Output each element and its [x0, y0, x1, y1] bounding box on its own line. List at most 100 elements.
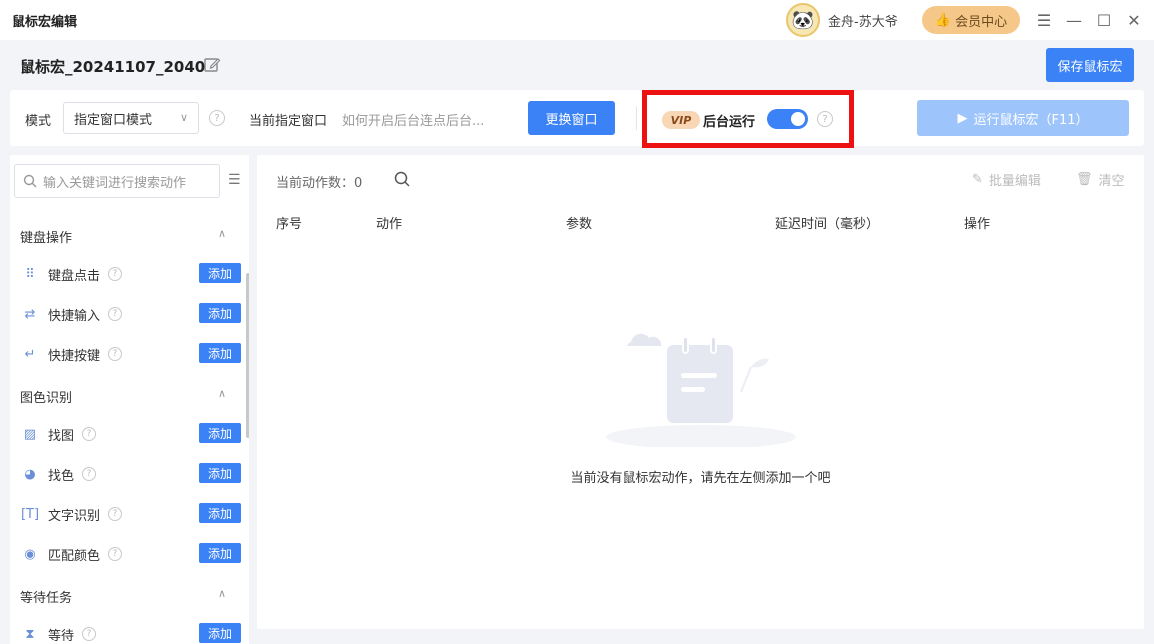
- trash-icon: 🗑: [1076, 172, 1093, 187]
- help-icon[interactable]: ?: [82, 427, 97, 441]
- action-label: 等待: [48, 628, 75, 644]
- run-macro-button[interactable]: ▶ 运行鼠标宏（F11）: [917, 100, 1129, 136]
- close-icon[interactable]: ✕: [1124, 10, 1144, 30]
- action-count-label: 当前动作数：: [276, 176, 355, 191]
- action-item-hotkey: ↵ 快捷按键 ? 添加: [20, 342, 241, 366]
- help-icon[interactable]: ?: [817, 111, 833, 127]
- action-label: 键盘点击: [48, 268, 101, 284]
- help-icon[interactable]: ?: [209, 110, 225, 126]
- search-icon[interactable]: [393, 170, 411, 188]
- group-title-wait[interactable]: 等待任务: [20, 587, 72, 606]
- action-count: 当前动作数：0: [276, 172, 362, 191]
- background-run-highlight: VIP 后台运行 ?: [642, 90, 854, 148]
- help-icon[interactable]: ?: [108, 347, 123, 361]
- chevron-down-icon: ∨: [179, 111, 188, 124]
- enter-key-icon: ↵: [24, 346, 36, 362]
- add-button[interactable]: 添加: [199, 343, 241, 363]
- search-placeholder: 输入关键词进行搜索动作: [43, 175, 187, 191]
- action-item-match-color: ◉ 匹配颜色 ? 添加: [20, 542, 241, 566]
- column-header-index: 序号: [276, 217, 303, 232]
- color-dot-icon: ◉: [24, 546, 36, 562]
- background-run-toggle[interactable]: [767, 109, 808, 129]
- macro-name: 鼠标宏_20241107_2040: [20, 58, 206, 76]
- run-macro-label: 运行鼠标宏（F11）: [973, 112, 1089, 128]
- edit-icon[interactable]: [203, 56, 221, 74]
- mode-value: 指定窗口模式: [74, 112, 153, 128]
- palette-icon: ◕: [24, 466, 36, 482]
- image-icon: ▨: [23, 426, 37, 442]
- action-item-find-image: ▨ 找图 ? 添加: [20, 422, 241, 446]
- maximize-icon[interactable]: ☐: [1094, 10, 1114, 30]
- action-list-panel: 当前动作数：0 ✎ 批量编辑 🗑 清空 序号 动作 参数 延迟时间（毫秒） 操作…: [257, 155, 1144, 629]
- edit-icon: ✎: [972, 172, 983, 187]
- toggle-knob: [791, 112, 805, 126]
- search-icon: [23, 174, 37, 188]
- action-label: 快捷输入: [48, 308, 101, 324]
- mode-toolbar: 模式 指定窗口模式 ∨ ? 当前指定窗口 如何开启后台连点后台... 更换窗口 …: [10, 90, 1144, 148]
- empty-state-illustration: [606, 333, 796, 447]
- play-icon: ▶: [957, 110, 968, 126]
- action-item-quick-input: ⇄ 快捷输入 ? 添加: [20, 302, 241, 326]
- add-button[interactable]: 添加: [199, 303, 241, 323]
- vip-center-button[interactable]: 👍 会员中心: [922, 6, 1020, 34]
- change-window-button[interactable]: 更换窗口: [528, 101, 615, 135]
- help-icon[interactable]: ?: [82, 467, 97, 481]
- keyboard-icon: ⠿: [25, 266, 35, 282]
- save-macro-button[interactable]: 保存鼠标宏: [1046, 48, 1134, 82]
- add-button[interactable]: 添加: [199, 503, 241, 523]
- add-button[interactable]: 添加: [199, 423, 241, 443]
- text-icon: [T]: [20, 506, 40, 522]
- hourglass-icon: ⧗: [25, 626, 35, 642]
- action-label: 找色: [48, 468, 75, 484]
- action-label: 匹配颜色: [48, 548, 101, 564]
- batch-edit-label: 批量编辑: [988, 174, 1041, 189]
- minimize-icon[interactable]: —: [1064, 10, 1084, 30]
- divider: [636, 106, 637, 130]
- sidebar-scrollbar[interactable]: [246, 273, 249, 438]
- user-avatar[interactable]: 🐼: [786, 3, 820, 37]
- collapse-all-icon[interactable]: ☰: [228, 172, 244, 188]
- current-window-label: 当前指定窗口: [249, 114, 328, 129]
- help-icon[interactable]: ?: [108, 267, 123, 281]
- mode-label: 模式: [25, 114, 52, 129]
- batch-edit-button[interactable]: ✎ 批量编辑: [972, 170, 1041, 189]
- mode-select[interactable]: 指定窗口模式 ∨: [63, 102, 199, 134]
- add-button[interactable]: 添加: [199, 623, 241, 643]
- action-item-find-color: ◕ 找色 ? 添加: [20, 462, 241, 486]
- action-item-keyboard-click: ⠿ 键盘点击 ? 添加: [20, 262, 241, 286]
- add-button[interactable]: 添加: [199, 463, 241, 483]
- add-button[interactable]: 添加: [199, 263, 241, 283]
- menu-icon[interactable]: ☰: [1034, 10, 1054, 30]
- user-name[interactable]: 金舟-苏大爷: [828, 11, 898, 30]
- action-count-value: 0: [354, 176, 363, 191]
- column-header-operation: 操作: [964, 217, 991, 232]
- group-title-image-color[interactable]: 图色识别: [20, 387, 72, 406]
- vip-center-label: 会员中心: [955, 14, 1008, 30]
- action-label: 文字识别: [48, 508, 101, 524]
- help-icon[interactable]: ?: [108, 547, 123, 561]
- clear-label: 清空: [1098, 174, 1125, 189]
- action-sidebar: 输入关键词进行搜索动作 ☰ 键盘操作 ∧ ⠿ 键盘点击 ? 添加 ⇄ 快捷输入 …: [10, 155, 249, 644]
- title-bar: 鼠标宏编辑 🐼 金舟-苏大爷 👍 会员中心 ☰ — ☐ ✕: [0, 0, 1154, 40]
- action-label: 找图: [48, 428, 75, 444]
- help-icon[interactable]: ?: [108, 307, 123, 321]
- help-icon[interactable]: ?: [82, 627, 97, 641]
- group-title-keyboard[interactable]: 键盘操作: [20, 227, 72, 246]
- column-header-params: 参数: [566, 217, 593, 232]
- clear-button[interactable]: 🗑 清空: [1076, 170, 1125, 189]
- add-button[interactable]: 添加: [199, 543, 241, 563]
- current-window-hint-link[interactable]: 如何开启后台连点后台...: [342, 110, 484, 129]
- chevron-up-icon[interactable]: ∧: [218, 387, 226, 400]
- empty-state-text: 当前没有鼠标宏动作，请先在左侧添加一个吧: [570, 471, 831, 486]
- chevron-up-icon[interactable]: ∧: [218, 227, 226, 240]
- help-icon[interactable]: ?: [108, 507, 123, 521]
- action-search-input[interactable]: 输入关键词进行搜索动作: [14, 164, 220, 198]
- swap-arrows-icon: ⇄: [24, 306, 36, 322]
- action-item-wait: ⧗ 等待 ? 添加: [20, 622, 241, 644]
- column-header-action: 动作: [376, 217, 403, 232]
- app-title: 鼠标宏编辑: [12, 15, 78, 30]
- vip-tag: VIP: [662, 111, 700, 129]
- thumbs-up-icon: 👍: [934, 12, 952, 28]
- action-item-text-recognition: [T] 文字识别 ? 添加: [20, 502, 241, 526]
- chevron-up-icon[interactable]: ∧: [218, 587, 226, 600]
